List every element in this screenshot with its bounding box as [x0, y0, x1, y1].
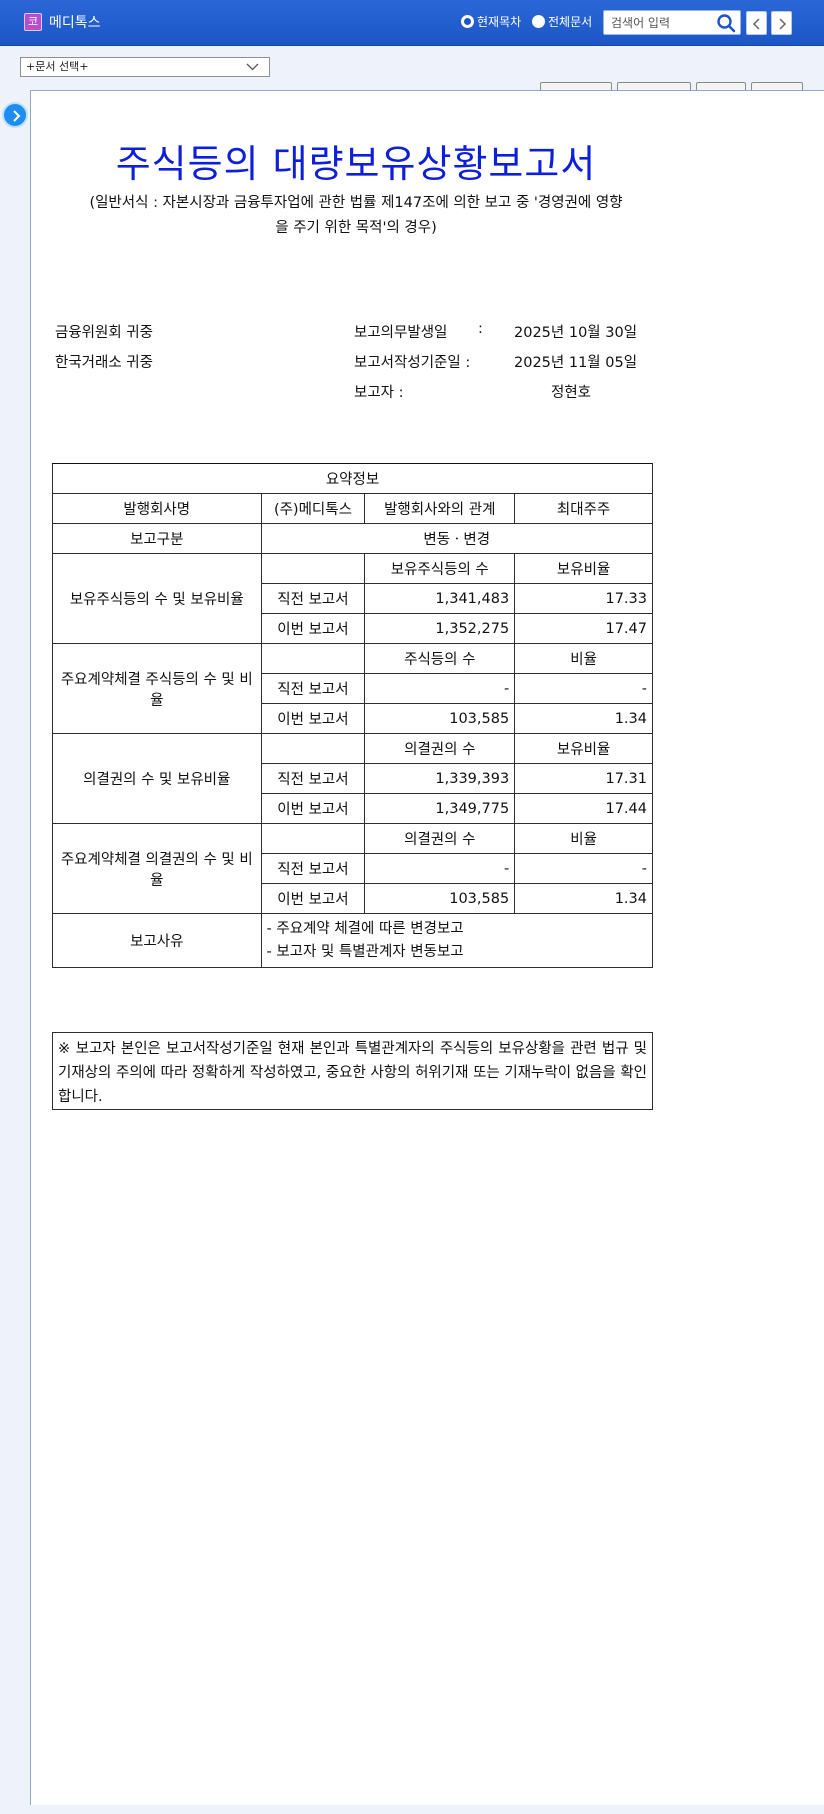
table-row: 요약정보: [52, 463, 653, 494]
holdings-col2: 보유비율: [514, 553, 653, 584]
table-row: 주요계약체결 의결권의 수 및 비율 의결권의 수 비율: [52, 823, 653, 914]
subtitle-line-1: (일반서식 : 자본시장과 금융투자업에 관한 법률 제147조에 의한 보고 …: [89, 195, 623, 211]
reason-line-2: - 보고자 및 특별관계자 변동보고: [266, 943, 464, 960]
voting-col1: 의결권의 수: [364, 733, 516, 764]
summary-title: 요약정보: [52, 463, 653, 494]
contract-voting-curr-ratio: 1.34: [514, 883, 653, 914]
contract-voting-prev-ratio: -: [514, 853, 653, 884]
subtitle-line-2: 을 주기 위한 목적'의 경우): [275, 220, 437, 236]
table-row: 보고사유 - 주요계약 체결에 따른 변경보고 - 보고자 및 특별관계자 변동…: [52, 913, 654, 968]
holdings-prev-shares: 1,341,483: [364, 583, 516, 614]
radio-unchecked-icon[interactable]: [532, 15, 545, 28]
contract-voting-prev-count: -: [364, 853, 516, 884]
top-bar: 코 메디톡스 현재목차 전체문서: [0, 0, 824, 46]
prev-result-button[interactable]: [746, 11, 767, 35]
summary-table: 요약정보 발행회사명 (주)메디톡스 발행회사와의 관계 최대주주 보고구분 변…: [52, 463, 654, 968]
contract-shares-col2: 비율: [514, 643, 653, 674]
contract-voting-col1: 의결권의 수: [364, 823, 516, 854]
prev-report-label: 직전 보고서: [260, 583, 366, 614]
scope-all-radio[interactable]: 전체문서: [532, 13, 592, 30]
reporter-name: 정현호: [551, 385, 592, 401]
corp-name: 메디톡스: [49, 15, 101, 31]
voting-prev-ratio: 17.31: [514, 763, 653, 794]
empty-cell: [260, 643, 366, 674]
document-viewer: 주식등의 대량보유상황보고서 (일반서식 : 자본시장과 금융투자업에 관한 법…: [30, 90, 824, 1805]
table-row: 보고구분 변동ㆍ변경: [52, 523, 654, 554]
document-title: 주식등의 대량보유상황보고서: [115, 142, 597, 186]
table-row: 발행회사명 (주)메디톡스 발행회사와의 관계 최대주주: [52, 493, 653, 524]
document-select-value: +문서 선택+: [26, 60, 89, 73]
contract-shares-col1: 주식등의 수: [364, 643, 516, 674]
table-row: 의결권의 수 및 보유비율 의결권의 수 보유비율: [52, 733, 653, 824]
scope-all-label: 전체문서: [548, 15, 593, 29]
chevron-right-icon: [779, 18, 787, 30]
contract-voting-curr-count: 103,585: [364, 883, 516, 914]
obligation-date: 2025년 10월 30일: [514, 325, 638, 341]
voting-curr-count: 1,349,775: [364, 793, 516, 824]
contract-shares-curr-count: 103,585: [364, 703, 516, 734]
contract-shares-label: 주요계약체결 주식등의 수 및 비율: [52, 643, 262, 734]
issuer-name: (주)메디톡스: [260, 493, 366, 524]
curr-report-label: 이번 보고서: [260, 793, 366, 824]
sidebar-toggle-button[interactable]: [2, 102, 28, 128]
confirmation-notice: ※ 보고자 본인은 보고서작성기준일 현재 본인과 특별관계자의 주식등의 보유…: [52, 1032, 653, 1110]
reason-label: 보고사유: [52, 913, 262, 968]
next-result-button[interactable]: [771, 11, 792, 35]
empty-cell: [260, 553, 366, 584]
relation-value: 최대주주: [514, 493, 653, 524]
holdings-curr-ratio: 17.47: [514, 613, 653, 644]
chevron-right-icon: [13, 110, 21, 122]
empty-cell: [260, 733, 366, 764]
scope-current-radio[interactable]: 현재목차: [461, 13, 521, 30]
obligation-date-label: 보고의무발생일: [354, 325, 448, 341]
scope-current-label: 현재목차: [477, 15, 522, 29]
report-type-value: 변동ㆍ변경: [260, 523, 654, 554]
curr-report-label: 이번 보고서: [260, 613, 366, 644]
chevron-left-icon: [752, 18, 760, 30]
prev-report-label: 직전 보고서: [260, 853, 366, 884]
contract-voting-label: 주요계약체결 의결권의 수 및 비율: [52, 823, 262, 914]
search-icon[interactable]: [716, 13, 736, 33]
report-type-label: 보고구분: [52, 523, 262, 554]
prev-report-label: 직전 보고서: [260, 763, 366, 794]
document-subtitle: (일반서식 : 자본시장과 금융투자업에 관한 법률 제147조에 의한 보고 …: [51, 191, 661, 241]
corp-badge-icon: 코: [24, 13, 42, 31]
contract-shares-prev-ratio: -: [514, 673, 653, 704]
base-date-label: 보고서작성기준일 :: [354, 355, 471, 371]
chevron-down-icon: [246, 63, 259, 71]
reporter-label: 보고자 :: [354, 385, 404, 401]
voting-col2: 보유비율: [514, 733, 653, 764]
contract-voting-col2: 비율: [514, 823, 653, 854]
addressee-fsc: 금융위원회 귀중: [55, 325, 153, 341]
radio-checked-icon[interactable]: [461, 15, 474, 28]
table-row: 보유주식등의 수 및 보유비율 보유주식등의 수 보유비율: [52, 553, 653, 644]
empty-cell: [260, 823, 366, 854]
issuer-label: 발행회사명: [52, 493, 262, 524]
curr-report-label: 이번 보고서: [260, 883, 366, 914]
relation-label: 발행회사와의 관계: [364, 493, 516, 524]
voting-label: 의결권의 수 및 보유비율: [52, 733, 262, 824]
voting-prev-count: 1,339,393: [364, 763, 516, 794]
prev-report-label: 직전 보고서: [260, 673, 366, 704]
voting-curr-ratio: 17.44: [514, 793, 653, 824]
search-box: [603, 10, 741, 35]
holdings-curr-shares: 1,352,275: [364, 613, 516, 644]
holdings-prev-ratio: 17.33: [514, 583, 653, 614]
search-input[interactable]: [604, 11, 714, 34]
document-select[interactable]: +문서 선택+: [20, 57, 270, 77]
contract-shares-curr-ratio: 1.34: [514, 703, 653, 734]
holdings-col1: 보유주식등의 수: [364, 553, 516, 584]
reason-values: - 주요계약 체결에 따른 변경보고 - 보고자 및 특별관계자 변동보고: [260, 913, 654, 968]
table-row: 주요계약체결 주식등의 수 및 비율 주식등의 수 비율: [52, 643, 653, 734]
holdings-label: 보유주식등의 수 및 보유비율: [52, 553, 262, 644]
base-date: 2025년 11월 05일: [514, 355, 638, 371]
obligation-date-sep: :: [478, 321, 483, 337]
reason-line-1: - 주요계약 체결에 따른 변경보고: [266, 920, 464, 937]
addressee-krx: 한국거래소 귀중: [55, 355, 153, 371]
contract-shares-prev-count: -: [364, 673, 516, 704]
curr-report-label: 이번 보고서: [260, 703, 366, 734]
